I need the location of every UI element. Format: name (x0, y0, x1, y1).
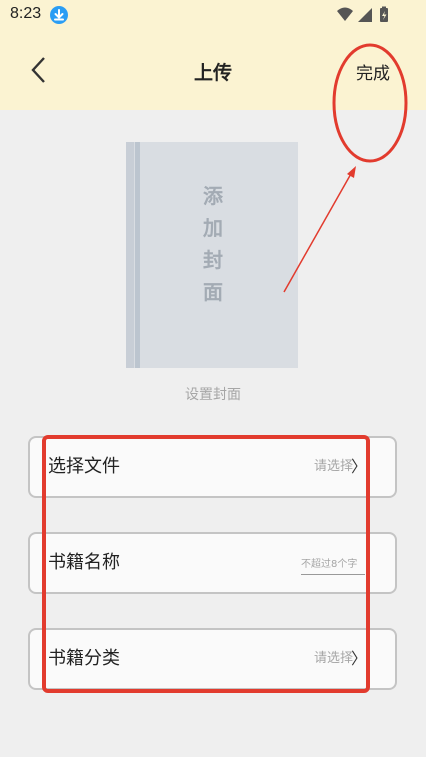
status-icons (336, 6, 396, 28)
book-name-input[interactable] (301, 554, 365, 575)
select-file-value: 请选择 (313, 459, 353, 474)
field-label: 选择文件 (48, 456, 120, 477)
done-button[interactable]: 完成 (356, 30, 390, 110)
annotation-arrowhead (347, 166, 356, 178)
cover-placeholder-text: 添加封面 (203, 184, 223, 304)
status-time: 8:23 (10, 5, 42, 22)
add-cover-button[interactable]: 添加封面 (126, 142, 298, 368)
battery-icon (380, 6, 388, 22)
wifi-icon (337, 7, 353, 21)
select-file-field[interactable]: 选择文件 请选择 〉 (28, 436, 397, 498)
signal-icon (358, 8, 372, 22)
header: 上传 完成 (0, 30, 426, 110)
cover-spine-inner (135, 142, 140, 368)
chevron-right-icon: 〉 (350, 457, 367, 476)
book-category-value: 请选择 (313, 651, 353, 666)
download-notification-icon (50, 6, 68, 24)
chevron-right-icon: 〉 (350, 649, 367, 668)
book-category-field[interactable]: 书籍分类 请选择 〉 (28, 628, 397, 690)
book-name-field[interactable]: 书籍名称 (28, 532, 397, 594)
field-label: 书籍分类 (48, 648, 120, 669)
cover-spine (126, 142, 134, 368)
cover-caption[interactable]: 设置封面 (0, 384, 426, 404)
field-label: 书籍名称 (48, 552, 120, 573)
status-bar: 8:23 (0, 0, 426, 30)
